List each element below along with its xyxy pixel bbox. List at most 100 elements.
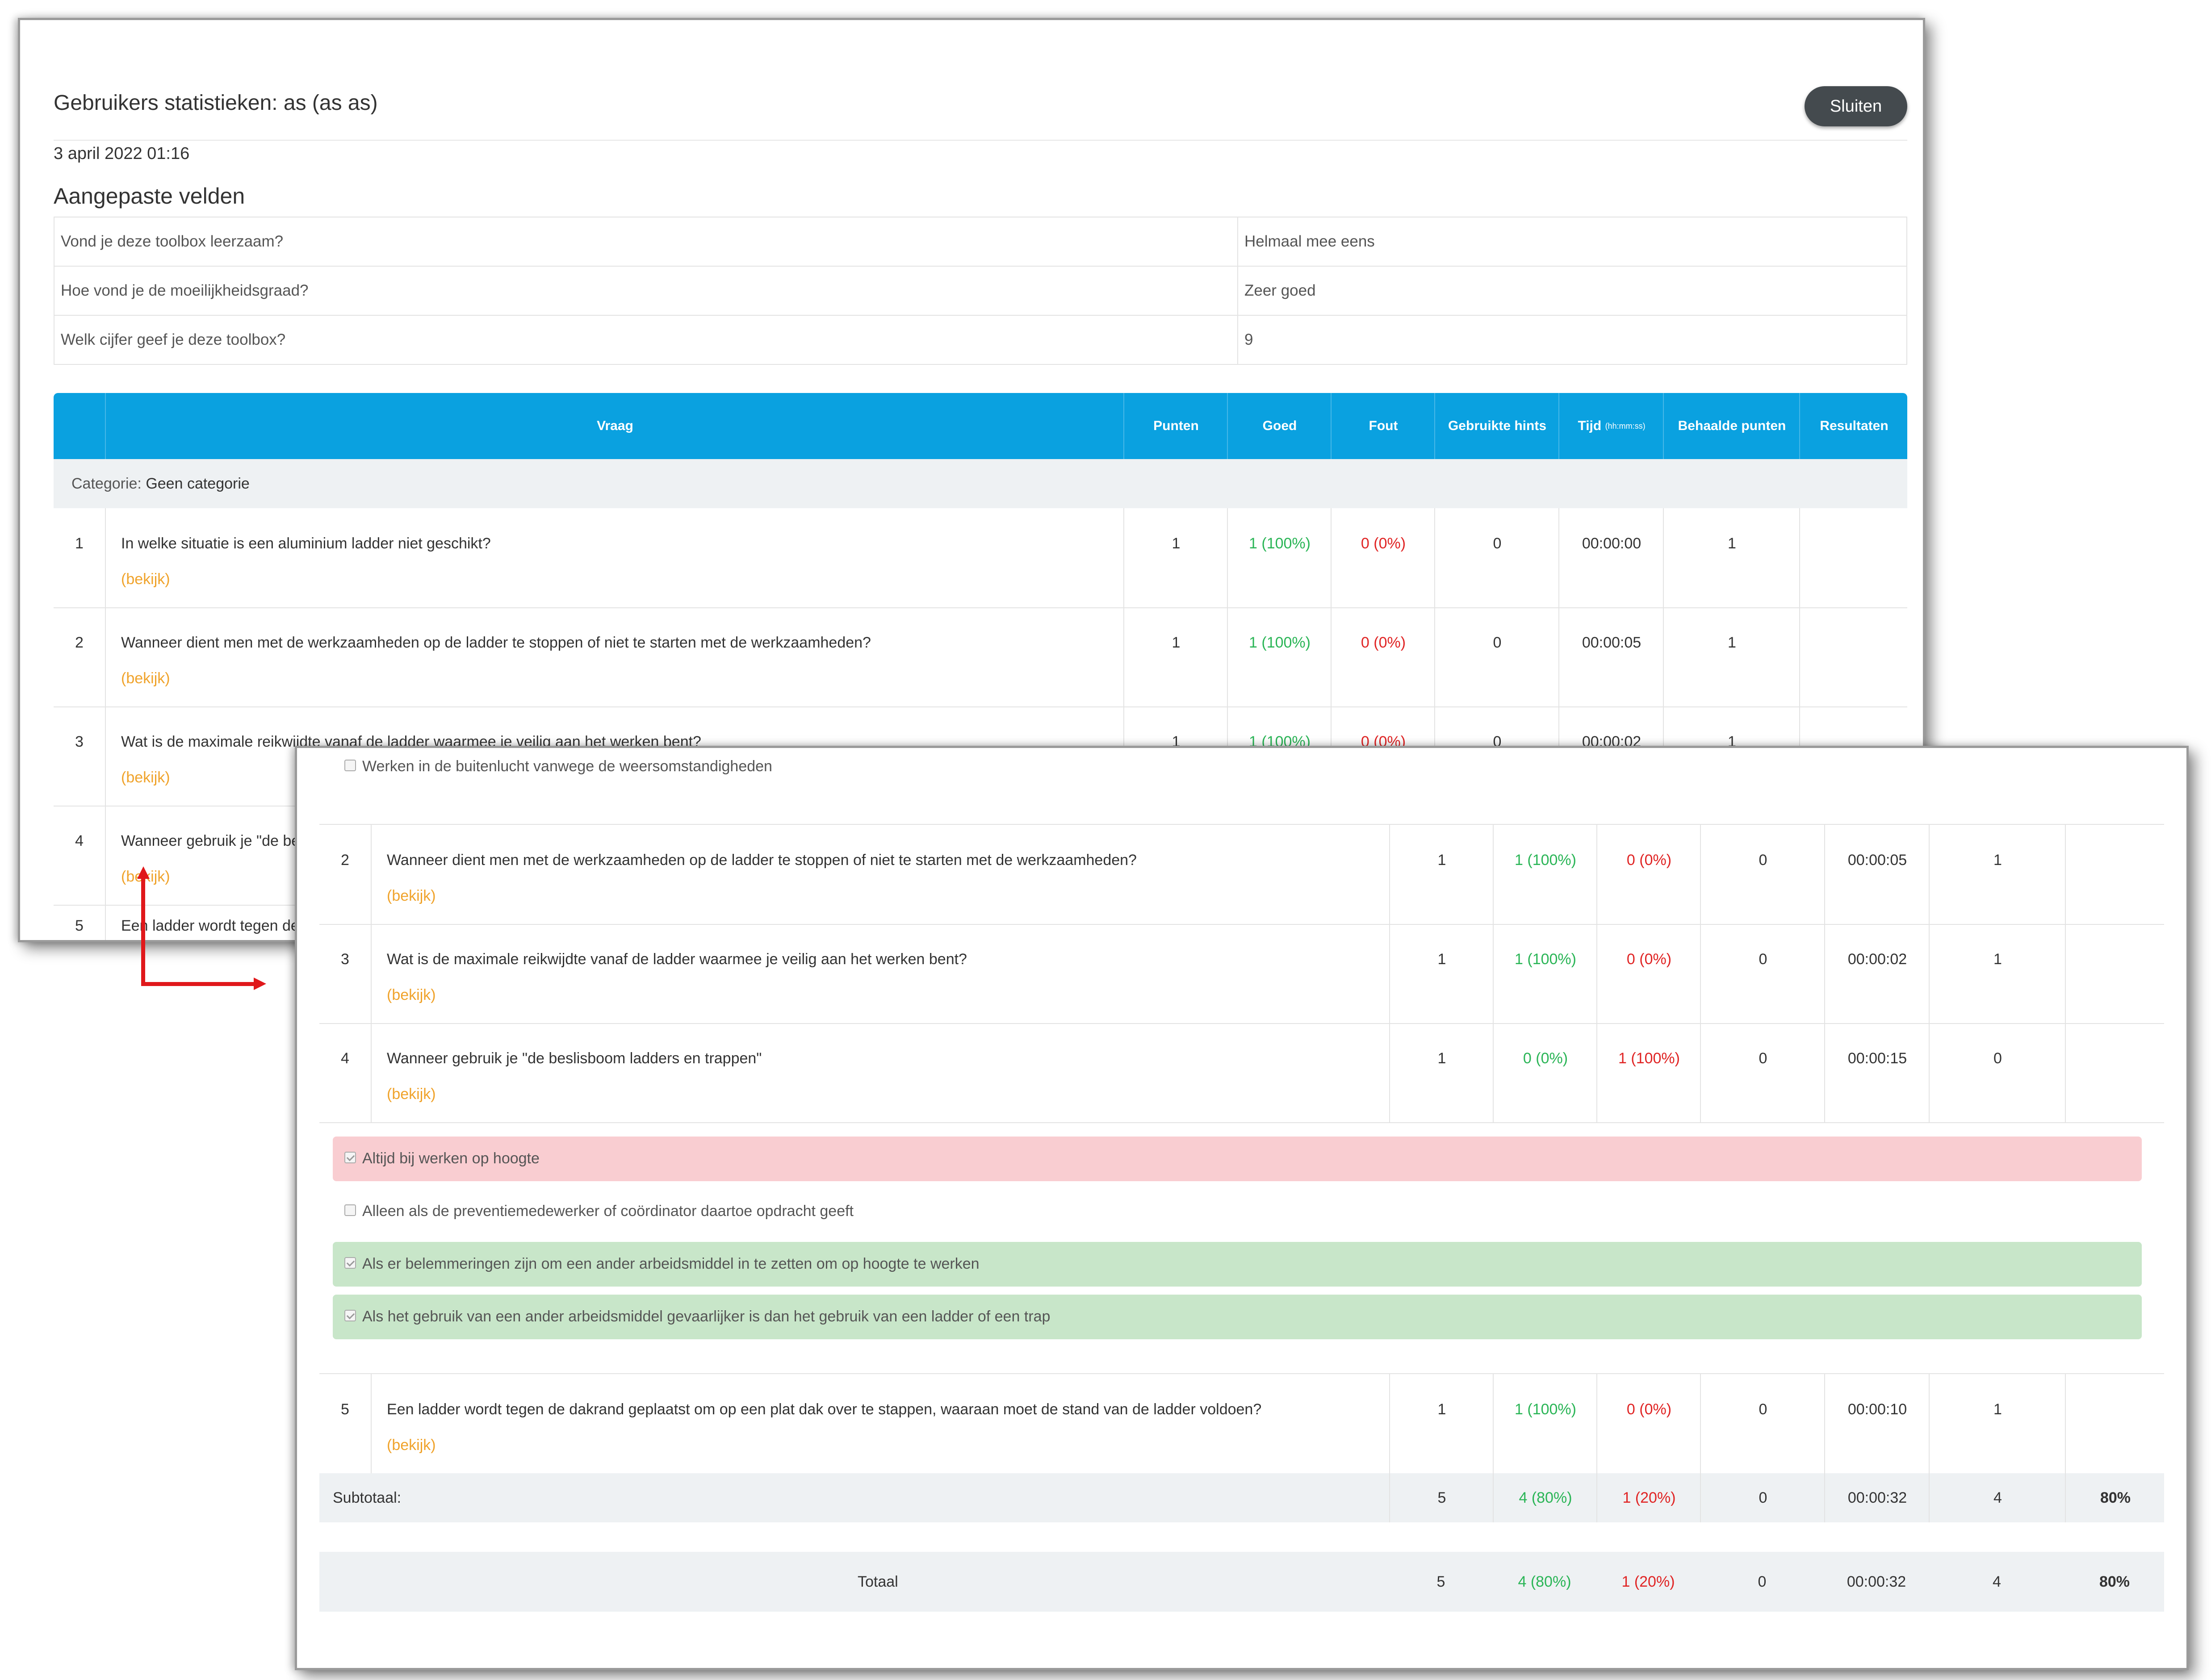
row-behaald: 1 [1993, 951, 2002, 968]
col-hints: Gebruikte hints [1434, 393, 1559, 459]
subtotal-label: Subtotaal: [333, 1489, 402, 1506]
row-num-cell: 2 [54, 607, 105, 706]
row-hints-cell: 0 [1700, 924, 1825, 1023]
row-question-cell: In welke situatie is een aluminium ladde… [105, 508, 1124, 607]
category-name: Geen categorie [146, 475, 250, 492]
subtotal-behaald: 4 [1993, 1489, 2002, 1506]
row-result-cell [2065, 825, 2165, 924]
row-num-cell: 4 [319, 1023, 371, 1122]
row-num: 5 [341, 1401, 349, 1418]
row-num-cell: 3 [54, 706, 105, 806]
view-link[interactable]: (bekijk) [121, 670, 170, 687]
view-link[interactable]: (bekijk) [121, 571, 170, 588]
col-fout: Fout [1331, 393, 1435, 459]
subtotal-result-cell: 80% [2065, 1473, 2165, 1522]
row-goed-cell: 1 (100%) [1227, 508, 1332, 607]
col-tijd: Tijd (hh:mm:ss) [1558, 393, 1664, 459]
row-num-cell: 4 [54, 806, 105, 905]
row-behaald-cell: 1 [1663, 508, 1800, 607]
table-row: 4 Wanneer gebruik je "de beslisboom ladd… [319, 1023, 2164, 1123]
row-goed-cell: 0 (0%) [1493, 1023, 1597, 1122]
answer-option: Alleen als de preventiemedewerker of coö… [333, 1189, 2142, 1234]
row-behaald: 1 [1993, 852, 2002, 869]
subtotal-hints: 0 [1759, 1489, 1767, 1506]
row-fout: 0 (0%) [1626, 852, 1672, 869]
subtotal-tijd: 00:00:32 [1847, 1489, 1907, 1506]
row-question-cell: Wanneer dient men met de werkzaamheden o… [371, 825, 1390, 924]
custom-fields-table: Vond je deze toolbox leerzaam? Helmaal m… [54, 217, 1907, 365]
view-link[interactable]: (bekijk) [387, 1086, 436, 1103]
answer-option-text: Altijd bij werken op hoogte [362, 1150, 540, 1167]
row-tijd: 00:00:05 [1582, 634, 1642, 651]
row-tijd-cell: 00:00:02 [1824, 924, 1930, 1023]
row-result-cell [2065, 924, 2165, 1023]
questions-table-header: Vraag Punten Goed Fout Gebruikte hints T… [54, 393, 1907, 459]
row-punten-cell: 1 [1389, 825, 1494, 924]
col-vraag: Vraag [105, 393, 1124, 459]
row-fout-cell: 0 (0%) [1596, 1374, 1701, 1473]
answer-option: Werken in de buitenlucht vanwege de weer… [333, 748, 2142, 789]
subtotal-punten: 5 [1437, 1489, 1446, 1506]
view-link[interactable]: (bekijk) [387, 986, 436, 1004]
view-link[interactable]: (bekijk) [387, 887, 436, 905]
custom-field-question: Vond je deze toolbox leerzaam? [54, 217, 1238, 267]
custom-field-question: Hoe vond je de moeilijkheidsgraad? [54, 266, 1238, 316]
custom-field-row: Welk cijfer geef je deze toolbox? 9 [54, 315, 1907, 365]
row-behaald-cell: 1 [1929, 924, 2066, 1023]
subtotal-fout-cell: 1 (20%) [1596, 1473, 1701, 1522]
row-goed-cell: 1 (100%) [1493, 924, 1597, 1023]
table-row: 5 Een ladder wordt tegen de dakrand gepl… [319, 1374, 2164, 1474]
row-punten: 1 [1172, 535, 1181, 552]
total-behaald: 4 [1993, 1573, 2001, 1590]
col-tijd-format: (hh:mm:ss) [1605, 421, 1646, 430]
subtotal-fout: 1 (20%) [1622, 1489, 1676, 1506]
row-hints: 0 [1759, 951, 1767, 968]
view-link[interactable]: (bekijk) [121, 769, 170, 786]
row-hints: 0 [1759, 1401, 1767, 1418]
col-tijd-label: Tijd [1578, 418, 1602, 433]
row-fout-cell: 1 (100%) [1596, 1023, 1701, 1122]
row-goed: 0 (0%) [1523, 1050, 1568, 1067]
table-row: 3 Wat is de maximale reikwijdte vanaf de… [319, 924, 2164, 1024]
row-goed: 1 (100%) [1249, 535, 1311, 552]
checkbox-checked-icon [344, 1152, 356, 1163]
row-behaald: 0 [1993, 1050, 2002, 1067]
row-tijd: 00:00:02 [1847, 951, 1907, 968]
col-goed: Goed [1227, 393, 1332, 459]
category-label-group: Categorie: Geen categorie [71, 475, 250, 493]
row-num: 1 [75, 535, 84, 552]
row-goed: 1 (100%) [1515, 1401, 1576, 1418]
row-tijd-cell: 00:00:10 [1824, 1374, 1930, 1473]
arrow-up-icon [137, 866, 150, 879]
row-question-cell: Een ladder wordt tegen de dakrand geplaa… [371, 1374, 1390, 1473]
checkbox-checked-icon [344, 1310, 356, 1321]
date-label: 3 april 2022 01:16 [54, 144, 190, 163]
col-behaald: Behaalde punten [1663, 393, 1800, 459]
row-question-text: In welke situatie is een aluminium ladde… [121, 535, 491, 552]
row-behaald-cell: 1 [1929, 1374, 2066, 1473]
answer-option-wrong: Altijd bij werken op hoogte [333, 1137, 2142, 1181]
total-row: Totaal 5 4 (80%) 1 (20%) 0 00:00:32 4 80… [319, 1552, 2164, 1612]
row-behaald: 1 [1728, 634, 1736, 651]
row-hints-cell: 0 [1700, 1023, 1825, 1122]
total-result: 80% [2099, 1573, 2130, 1590]
view-link[interactable]: (bekijk) [387, 1437, 436, 1454]
row-tijd: 00:00:15 [1847, 1050, 1907, 1067]
row-fout: 0 (0%) [1626, 951, 1672, 968]
row-behaald: 1 [1993, 1401, 2002, 1418]
subtotal-hints-cell: 0 [1700, 1473, 1825, 1522]
answer-option-text: Als het gebruik van een ander arbeidsmid… [362, 1308, 1051, 1325]
row-punten-cell: 1 [1389, 1023, 1494, 1122]
row-num: 2 [341, 852, 349, 869]
row-tijd-cell: 00:00:05 [1824, 825, 1930, 924]
close-button[interactable]: Sluiten [1805, 86, 1907, 126]
subtotal-behaald-cell: 4 [1929, 1473, 2066, 1522]
arrow-right-icon [254, 978, 266, 990]
row-hints-cell: 0 [1434, 607, 1559, 706]
custom-field-answer: Zeer goed [1237, 266, 1907, 316]
row-fout-cell: 0 (0%) [1596, 924, 1701, 1023]
custom-field-answer: Helmaal mee eens [1237, 217, 1907, 267]
row-num: 2 [75, 634, 84, 651]
row-punten: 1 [1437, 951, 1446, 968]
row-num-cell: 5 [319, 1374, 371, 1473]
